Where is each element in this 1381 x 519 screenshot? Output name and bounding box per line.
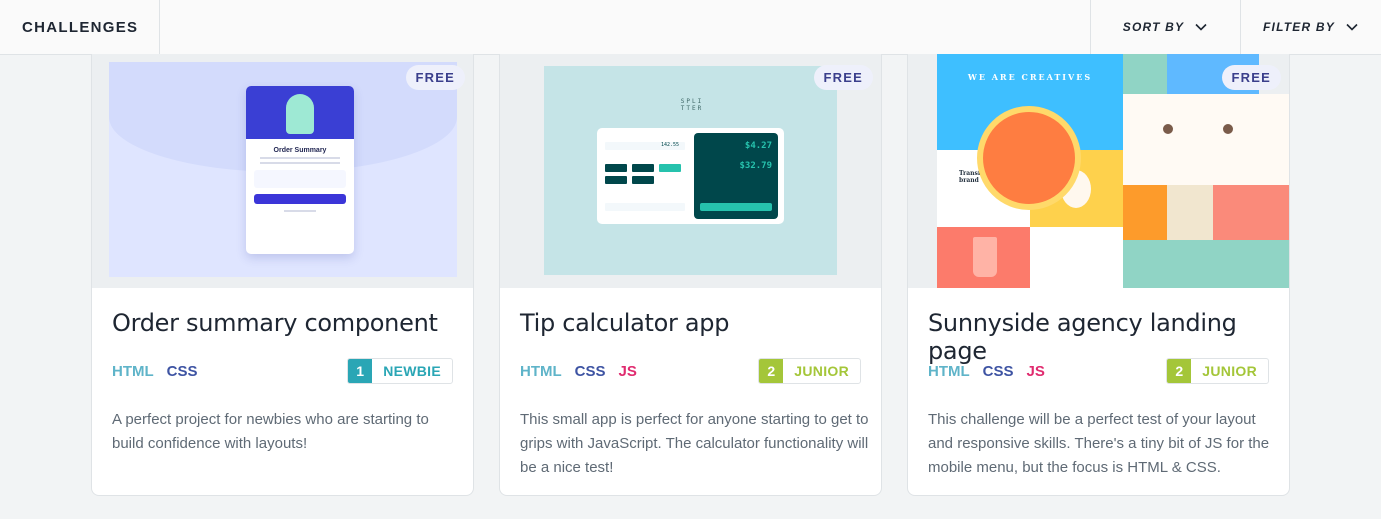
filter-by-label: FILTER BY <box>1263 20 1335 34</box>
preview-footer <box>1123 240 1289 288</box>
preview-total: $32.79 <box>739 161 772 171</box>
challenge-preview-image[interactable]: WE ARE CREATIVES Transform your brand <box>908 54 1289 288</box>
preview-reset-button <box>700 203 772 211</box>
challenge-preview-image[interactable]: SPLI TTER 142.55 $4.27 $32.79 FREE <box>500 54 881 288</box>
preview-text-block <box>1030 227 1123 288</box>
preview-tip-option <box>632 176 654 184</box>
preview-title: Order Summary <box>273 147 327 154</box>
preview-gallery-tile <box>1123 54 1167 94</box>
sort-by-label: SORT BY <box>1122 20 1185 34</box>
preview-cup-block <box>937 227 1030 288</box>
preview-tip-option <box>605 164 627 172</box>
challenge-preview-image[interactable]: Order Summary FREE <box>92 54 473 288</box>
preview-calculator-card: 142.55 $4.27 $32.79 <box>597 128 784 224</box>
tech-tags: HTML CSS <box>112 363 198 380</box>
preview-text-line <box>260 162 340 164</box>
preview-gallery-tile <box>1167 185 1213 240</box>
challenge-card-order-summary[interactable]: Order Summary FREE Order summary compone… <box>91 54 474 496</box>
tag-css: CSS <box>982 363 1014 380</box>
chevron-down-icon <box>1195 23 1207 31</box>
preview-cancel-line <box>284 210 316 212</box>
preview-gallery-tile <box>1213 185 1289 240</box>
preview-figure <box>286 94 314 134</box>
difficulty-badge: 2 JUNIOR <box>758 358 861 384</box>
tag-css: CSS <box>574 363 606 380</box>
card-title[interactable]: Tip calculator app <box>520 309 729 337</box>
preview-payment-button <box>254 194 346 204</box>
preview-testimonials <box>1123 94 1289 185</box>
tag-html: HTML <box>928 363 970 380</box>
free-badge: FREE <box>405 65 465 90</box>
preview-gallery-tile <box>1123 185 1167 240</box>
challenge-card-sunnyside[interactable]: WE ARE CREATIVES Transform your brand <box>907 54 1290 496</box>
preview-people-input <box>605 203 685 211</box>
tech-tags: HTML CSS JS <box>928 363 1045 380</box>
preview-tip-option <box>659 164 681 172</box>
challenge-card-tip-calculator[interactable]: SPLI TTER 142.55 $4.27 $32.79 FREE Tip c… <box>499 54 882 496</box>
preview-text-line <box>260 157 340 159</box>
preview-tip-amount: $4.27 <box>744 141 772 151</box>
card-title[interactable]: Sunnyside agency landing page <box>928 309 1289 365</box>
preview-logo: SPLI TTER <box>680 98 704 112</box>
free-badge: FREE <box>813 65 873 90</box>
tag-js: JS <box>618 363 637 380</box>
preview-tip-option <box>605 176 627 184</box>
tag-html: HTML <box>112 363 154 380</box>
difficulty-number: 2 <box>759 359 784 383</box>
preview-result-panel: $4.27 $32.79 <box>694 133 778 219</box>
tip-calculator-preview: SPLI TTER 142.55 $4.27 $32.79 <box>544 66 837 275</box>
preview-avatar <box>1163 124 1173 134</box>
tech-tags: HTML CSS JS <box>520 363 637 380</box>
preview-bill-value: 142.55 <box>661 142 680 148</box>
preview-orange <box>977 106 1081 210</box>
chevron-down-icon <box>1346 23 1358 31</box>
tag-html: HTML <box>520 363 562 380</box>
free-badge: FREE <box>1221 65 1281 90</box>
tag-css: CSS <box>166 363 198 380</box>
sort-by-dropdown[interactable]: SORT BY <box>1090 0 1240 54</box>
page-title: CHALLENGES <box>0 0 160 54</box>
filter-by-dropdown[interactable]: FILTER BY <box>1240 0 1381 54</box>
difficulty-label: JUNIOR <box>794 363 849 379</box>
preview-tip-option <box>632 164 654 172</box>
difficulty-number: 2 <box>1167 359 1192 383</box>
difficulty-number: 1 <box>348 359 373 383</box>
difficulty-label: JUNIOR <box>1202 363 1257 379</box>
tag-js: JS <box>1026 363 1045 380</box>
preview-order-card: Order Summary <box>246 86 354 254</box>
difficulty-badge: 2 JUNIOR <box>1166 358 1269 384</box>
top-bar: CHALLENGES SORT BY FILTER BY <box>0 0 1381 55</box>
preview-plan-box <box>254 170 346 188</box>
order-summary-preview: Order Summary <box>109 62 457 277</box>
preview-cup <box>973 237 997 277</box>
card-description: A perfect project for newbies who are st… <box>112 411 429 452</box>
difficulty-badge: 1 NEWBIE <box>347 358 453 384</box>
card-description: This small app is perfect for anyone sta… <box>520 411 869 476</box>
preview-hero-illustration <box>246 86 354 139</box>
card-description: This challenge will be a perfect test of… <box>928 411 1270 476</box>
card-title[interactable]: Order summary component <box>112 309 438 337</box>
preview-avatar <box>1223 124 1233 134</box>
difficulty-label: NEWBIE <box>383 363 441 379</box>
top-bar-spacer <box>160 0 1090 54</box>
preview-headline: WE ARE CREATIVES <box>967 72 1093 82</box>
